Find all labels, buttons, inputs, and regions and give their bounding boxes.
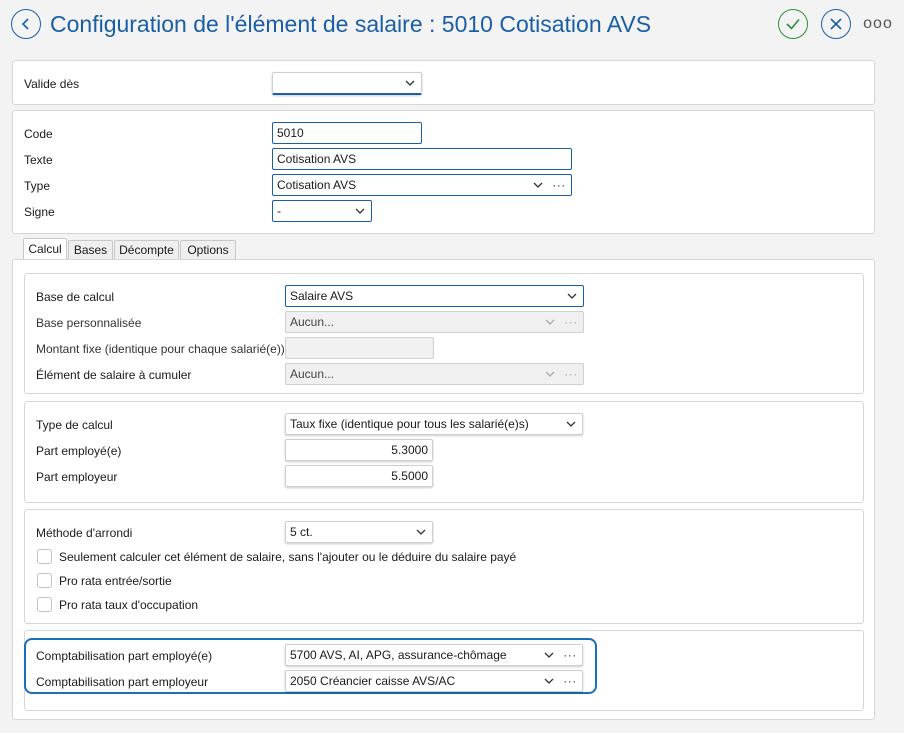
- chevron-down-icon: [564, 414, 578, 434]
- prorata-entry-checkbox[interactable]: [37, 573, 52, 588]
- valid-from-label: Valide dès: [24, 77, 80, 91]
- employee-share-label: Part employé(e): [36, 444, 122, 458]
- employer-share-label: Part employeur: [36, 470, 118, 484]
- sign-select[interactable]: -: [272, 200, 372, 222]
- rounding-method-label: Méthode d'arrondi: [36, 526, 133, 540]
- prorata-occupation-checkbox[interactable]: [37, 597, 52, 612]
- rounding-section: Méthode d'arrondi 5 ct. Seulement calcul…: [24, 509, 864, 624]
- calc-type-select[interactable]: Taux fixe (identique pour tous les salar…: [285, 413, 583, 435]
- employer-share-input[interactable]: 5.5000: [285, 465, 433, 487]
- tab-options[interactable]: Options: [180, 240, 236, 260]
- more-icon: ooo: [863, 15, 893, 32]
- base-label: Base de calcul: [36, 290, 115, 304]
- chevron-down-icon: [403, 73, 417, 93]
- calc-type-label: Type de calcul: [36, 418, 113, 432]
- tab-decompte[interactable]: Décompte: [114, 240, 179, 260]
- back-button[interactable]: [11, 9, 41, 39]
- rounding-method-select[interactable]: 5 ct.: [285, 521, 433, 543]
- type-select[interactable]: Cotisation AVS ···: [272, 174, 572, 196]
- confirm-button[interactable]: [778, 9, 808, 39]
- type-label: Type: [24, 179, 51, 193]
- custom-base-label: Base personnalisée: [36, 316, 142, 330]
- close-icon: [830, 18, 842, 30]
- valid-from-select[interactable]: [272, 72, 422, 95]
- page-title: Configuration de l'élément de salaire : …: [50, 11, 652, 37]
- chevron-down-icon: [543, 364, 557, 384]
- code-label: Code: [24, 127, 53, 141]
- chevron-left-icon: [21, 18, 29, 30]
- ellipsis-icon: ···: [564, 367, 578, 381]
- prorata-entry-label: Pro rata entrée/sortie: [59, 574, 172, 588]
- chevron-down-icon[interactable]: [542, 645, 556, 665]
- chevron-down-icon: [543, 312, 557, 332]
- calc-base-section: Base de calcul Salaire AVS Base personna…: [24, 273, 864, 394]
- calc-type-section: Type de calcul Taux fixe (identique pour…: [24, 401, 864, 503]
- validity-panel: Valide dès: [12, 60, 875, 105]
- title-bar: Configuration de l'élément de salaire : …: [0, 0, 904, 50]
- tab-bases[interactable]: Bases: [68, 240, 113, 260]
- accounting-employee-label: Comptabilisation part employé(e): [36, 649, 213, 663]
- fixed-amount-input: [285, 337, 434, 359]
- ellipsis-icon: ···: [564, 315, 578, 329]
- ellipsis-icon[interactable]: ···: [561, 671, 579, 691]
- more-options-button[interactable]: ooo: [862, 9, 894, 39]
- prorata-occupation-label: Pro rata taux d'occupation: [59, 598, 199, 612]
- custom-base-select: Aucun... ···: [285, 311, 584, 333]
- ellipsis-icon[interactable]: ···: [561, 645, 579, 665]
- text-label: Texte: [24, 153, 53, 167]
- cumulate-select: Aucun... ···: [285, 363, 584, 385]
- general-panel: Code 5010 Texte Cotisation AVS Type Coti…: [12, 110, 875, 234]
- base-select[interactable]: Salaire AVS: [285, 285, 584, 307]
- cancel-button[interactable]: [821, 9, 851, 39]
- calc-only-checkbox[interactable]: [37, 549, 52, 564]
- chevron-down-icon[interactable]: [531, 175, 545, 195]
- accounting-employer-label: Comptabilisation part employeur: [36, 675, 209, 689]
- fixed-amount-label: Montant fixe (identique pour chaque sala…: [36, 342, 285, 356]
- accounting-employer-select[interactable]: 2050 Créancier caisse AVS/AC ···: [285, 670, 583, 692]
- employee-share-input[interactable]: 5.3000: [285, 439, 433, 461]
- cumulate-label: Élément de salaire à cumuler: [36, 368, 192, 382]
- tab-content-panel: Base de calcul Salaire AVS Base personna…: [12, 259, 875, 720]
- chevron-down-icon: [414, 522, 428, 542]
- text-input[interactable]: Cotisation AVS: [272, 148, 572, 170]
- calc-only-label: Seulement calculer cet élément de salair…: [59, 550, 517, 564]
- chevron-down-icon[interactable]: [542, 671, 556, 691]
- ellipsis-icon[interactable]: ···: [550, 175, 568, 195]
- sign-label: Signe: [24, 205, 55, 219]
- scrollbar-track[interactable]: [897, 50, 904, 733]
- chevron-down-icon: [565, 286, 579, 306]
- check-icon: [786, 18, 800, 30]
- chevron-down-icon: [353, 201, 367, 221]
- accounting-highlight: Comptabilisation part employé(e) 5700 AV…: [24, 638, 597, 694]
- code-input[interactable]: 5010: [272, 122, 422, 144]
- tab-calcul[interactable]: Calcul: [23, 238, 67, 260]
- accounting-employee-select[interactable]: 5700 AVS, AI, APG, assurance-chômage ···: [285, 644, 583, 666]
